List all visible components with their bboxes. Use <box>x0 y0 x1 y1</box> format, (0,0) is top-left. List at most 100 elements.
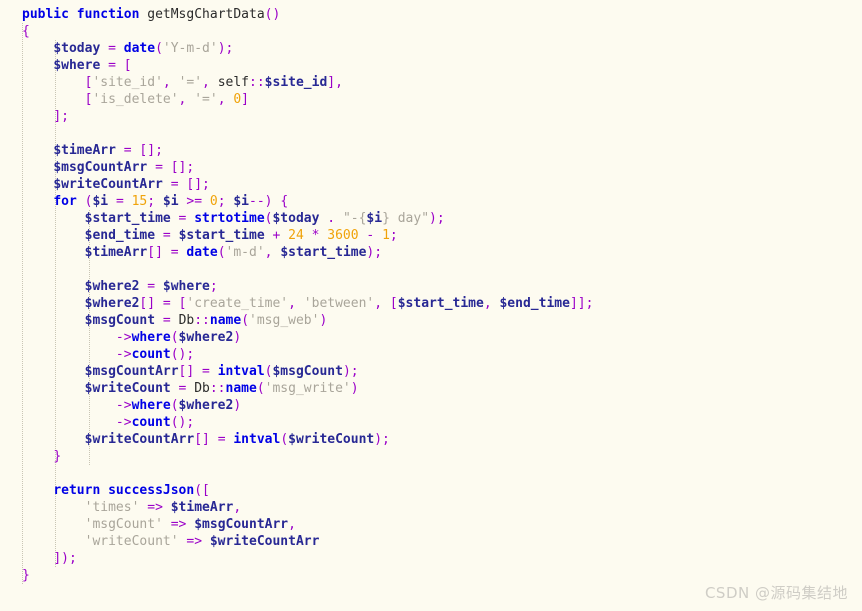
token-kw: function <box>76 7 140 22</box>
token-pun: , <box>233 500 242 515</box>
code-line: $where2 = $where; <box>0 278 862 295</box>
token-pln <box>163 517 171 532</box>
code-line: $msgCountArr = []; <box>0 159 862 176</box>
token-brc: { <box>22 24 30 39</box>
token-pun: :: <box>209 381 226 396</box>
token-fn: name <box>209 313 242 328</box>
token-pun: ([ <box>194 483 210 498</box>
token-pln <box>335 211 343 226</box>
token-var: $start_time <box>280 245 367 260</box>
token-var: $i <box>162 194 179 209</box>
token-var: $where <box>162 279 210 294</box>
token-pln <box>22 449 53 464</box>
token-str: 'between' <box>303 296 375 311</box>
token-pun: [ <box>389 296 398 311</box>
token-fn: date <box>186 245 218 260</box>
token-pln <box>22 143 53 158</box>
code-line: 'msgCount' => $msgCountArr, <box>0 516 862 533</box>
token-pun: ]); <box>53 551 77 566</box>
token-str: "-{ <box>342 211 367 226</box>
source-code[interactable]: public function getMsgChartData(){ $toda… <box>0 6 862 584</box>
token-str: 'site_id' <box>92 75 163 90</box>
token-pun: ) <box>319 313 328 328</box>
token-pun: = <box>108 41 116 56</box>
token-str: 'msgCount' <box>84 517 163 532</box>
token-pln <box>22 92 85 107</box>
token-str: 'create_time' <box>186 296 289 311</box>
token-pln <box>22 313 85 328</box>
token-var: $i <box>233 194 250 209</box>
token-var: $timeArr <box>53 143 116 158</box>
token-pun: = <box>162 313 171 328</box>
code-line: } <box>0 448 862 465</box>
code-line: $writeCountArr[] = intval($writeCount); <box>0 431 862 448</box>
token-pun: => <box>170 517 187 532</box>
token-var: $msgCount <box>272 364 343 379</box>
token-pln <box>304 228 312 243</box>
token-pln <box>163 500 171 515</box>
token-pln: getMsgChartData <box>147 7 265 22</box>
token-pun: = <box>155 160 163 175</box>
token-pln <box>22 347 116 362</box>
token-pln <box>22 381 85 396</box>
token-fn: date <box>123 41 156 56</box>
token-pun: [] <box>139 296 163 311</box>
token-pln <box>116 58 124 73</box>
token-pun: . <box>327 211 336 226</box>
token-pln <box>22 194 53 209</box>
code-line: public function getMsgChartData() <box>0 6 862 23</box>
token-pln <box>22 364 85 379</box>
token-fn: where <box>131 330 171 345</box>
token-var: $where2 <box>178 398 234 413</box>
token-pun: ( <box>170 398 179 413</box>
token-pln <box>210 364 218 379</box>
code-line: return successJson([ <box>0 482 862 499</box>
token-pun: ( <box>241 313 250 328</box>
token-fn: intval <box>233 432 281 447</box>
token-num: 15 <box>131 194 148 209</box>
token-var: $writeCountArr <box>84 432 195 447</box>
token-var: $writeCountArr <box>53 177 163 192</box>
token-pln <box>108 194 116 209</box>
token-pun: []; <box>139 143 163 158</box>
token-pln <box>22 279 85 294</box>
token-num: 1 <box>382 228 390 243</box>
token-fn: strtotime <box>194 211 265 226</box>
token-pln <box>22 75 85 90</box>
token-pun: = <box>123 143 132 158</box>
token-pln <box>22 58 53 73</box>
code-line: $msgCountArr[] = intval($msgCount); <box>0 363 862 380</box>
token-pln <box>280 228 288 243</box>
code-viewer[interactable]: public function getMsgChartData(){ $toda… <box>0 0 862 611</box>
token-pun: :: <box>249 75 265 90</box>
token-pun: , <box>374 296 390 311</box>
token-pun: --) <box>249 194 281 209</box>
token-var: $start_time <box>397 296 484 311</box>
token-brc: } <box>22 568 30 583</box>
token-pun: , <box>483 296 500 311</box>
code-line: ->count(); <box>0 346 862 363</box>
token-pun: >= <box>186 194 203 209</box>
token-var: $site_id <box>264 75 328 90</box>
token-pln <box>202 534 210 549</box>
code-line: ['site_id', '=', self::$site_id], <box>0 74 862 91</box>
token-str: } day" <box>382 211 430 226</box>
token-var: $i <box>366 211 383 226</box>
token-var: $timeArr <box>84 245 148 260</box>
token-pun: []; <box>170 160 195 175</box>
token-pun: ( <box>256 381 265 396</box>
token-kw: public <box>22 7 69 22</box>
token-pln <box>22 211 85 226</box>
token-kw: for <box>53 194 77 209</box>
token-pun: ; <box>389 228 398 243</box>
code-line: for ($i = 15; $i >= 0; $i--) { <box>0 193 862 210</box>
token-pln <box>171 211 179 226</box>
token-pun: [] <box>178 364 203 379</box>
token-str: 'Y-m-d' <box>162 41 218 56</box>
code-line: { <box>0 23 862 40</box>
token-pln <box>116 41 124 56</box>
watermark: CSDN @源码集结地 <box>704 584 848 602</box>
token-pun: => <box>186 534 203 549</box>
token-pun: ], <box>327 75 343 90</box>
